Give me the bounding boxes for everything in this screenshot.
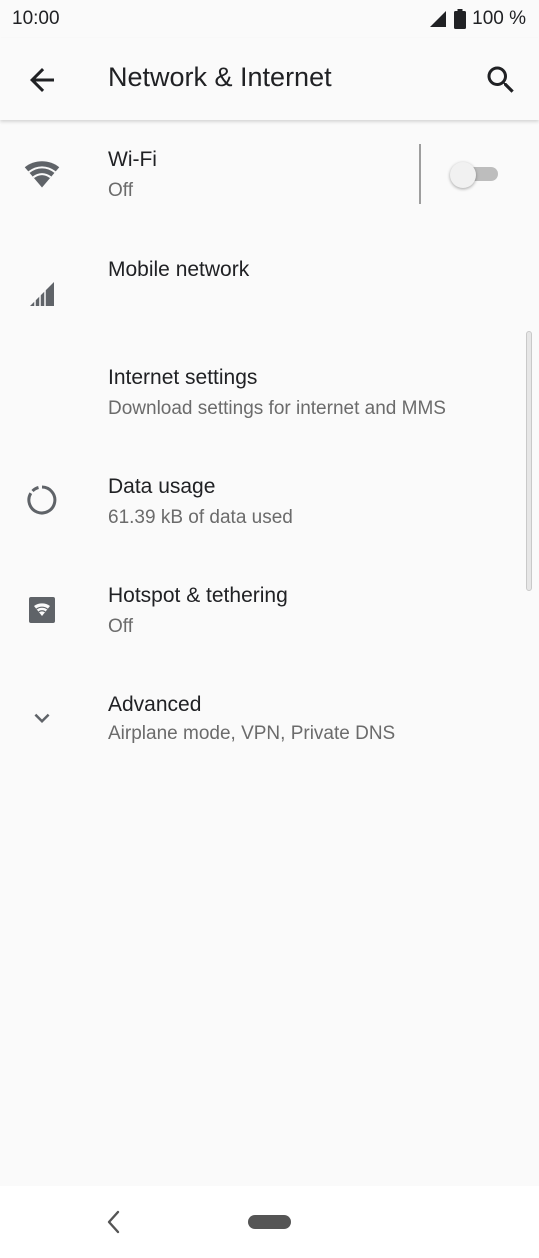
chevron-down-icon (24, 700, 60, 736)
data-usage-title: Data usage (108, 475, 216, 498)
hotspot-summary: Off (108, 616, 133, 637)
hotspot-title: Hotspot & tethering (108, 584, 288, 607)
battery-percentage: 100 % (472, 8, 526, 29)
wifi-title: Wi-Fi (108, 148, 157, 171)
navigation-bar (0, 1186, 539, 1258)
status-time: 10:00 (12, 8, 60, 29)
signal-icon (24, 276, 60, 312)
status-bar: 10:00 100 % (0, 0, 539, 38)
wifi-summary: Off (108, 180, 133, 201)
app-bar: Network & Internet (0, 38, 539, 120)
hotspot-item[interactable]: Hotspot & tethering Off (0, 552, 539, 660)
data-usage-summary: 61.39 kB of data used (108, 507, 293, 528)
hotspot-icon (24, 592, 60, 628)
wifi-item[interactable]: Wi-Fi Off (0, 120, 539, 228)
wifi-icon (24, 156, 60, 192)
page-title: Network & Internet (108, 62, 332, 92)
signal-strength-icon (428, 10, 448, 28)
search-icon[interactable] (483, 62, 519, 98)
data-usage-icon (24, 482, 60, 518)
internet-settings-title: Internet settings (108, 366, 258, 389)
mobile-network-item[interactable]: Mobile network (0, 228, 539, 336)
wifi-toggle-thumb (450, 162, 476, 188)
advanced-summary: Airplane mode, VPN, Private DNS (108, 723, 396, 744)
scrollbar[interactable] (526, 331, 532, 591)
advanced-title: Advanced (108, 693, 202, 716)
battery-icon (454, 9, 467, 29)
arrow-back-icon[interactable] (24, 62, 60, 98)
advanced-item[interactable]: Advanced Airplane mode, VPN, Private DNS (0, 660, 539, 768)
wifi-toggle[interactable] (450, 162, 498, 188)
status-indicators: 100 % (428, 8, 526, 30)
internet-settings-summary: Download settings for internet and MMS (108, 398, 446, 419)
data-usage-item[interactable]: Data usage 61.39 kB of data used (0, 444, 539, 552)
nav-back-icon[interactable] (101, 1208, 125, 1236)
internet-settings-item[interactable]: Internet settings Download settings for … (0, 336, 539, 444)
divider (419, 144, 421, 204)
home-pill[interactable] (248, 1215, 291, 1229)
mobile-network-title: Mobile network (108, 258, 250, 281)
